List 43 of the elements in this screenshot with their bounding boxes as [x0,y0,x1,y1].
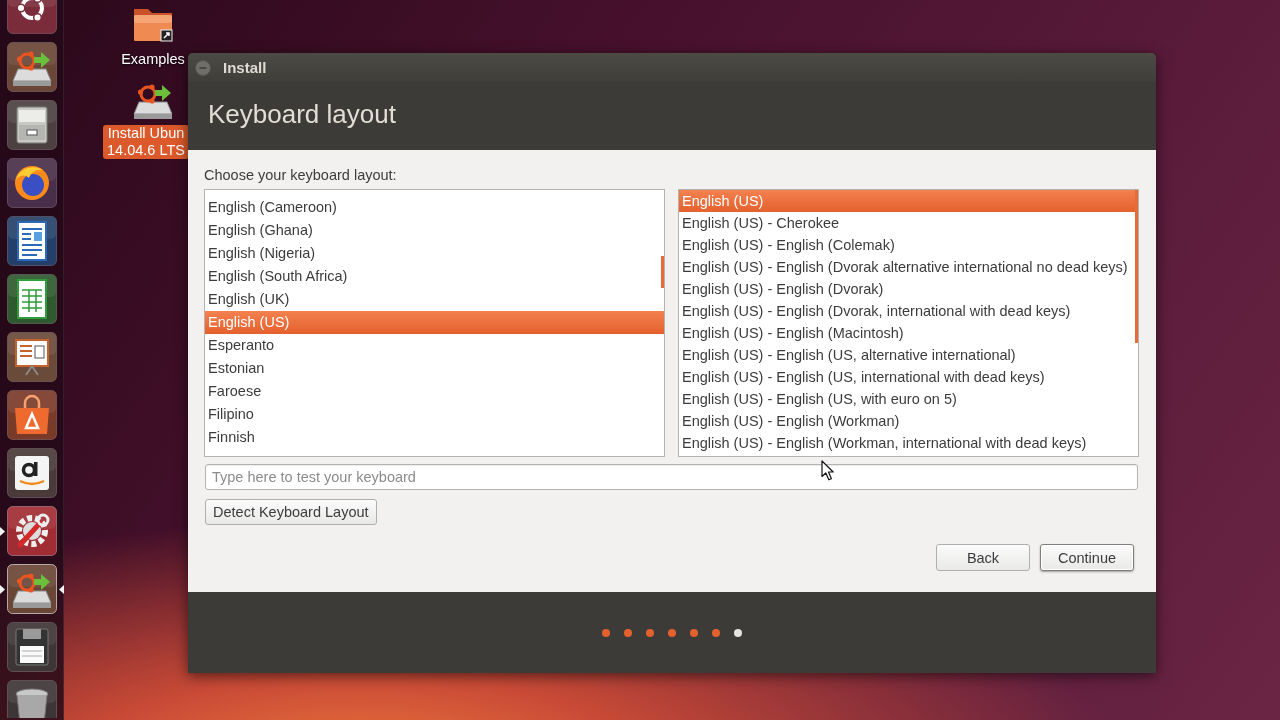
mouse-pointer-icon [821,460,834,481]
list-item[interactable]: Finnish [205,426,664,449]
list-item[interactable]: Esperanto [205,334,664,357]
presentation-icon[interactable] [7,332,57,382]
list-item[interactable]: Filipino [205,403,664,426]
list-item[interactable]: Estonian [205,357,664,380]
globe-icon[interactable] [7,158,57,208]
keyboard-test-field[interactable]: Type here to test your keyboard [205,464,1138,490]
list-item[interactable]: English (US) - English (Workman) [679,410,1138,432]
page-heading: Keyboard layout [208,99,396,129]
scrollbar-thumb[interactable] [1135,190,1138,343]
list-item[interactable]: English (US) - English (Dvorak, international with dead keys) [679,300,1138,322]
list-item[interactable]: Faroese [205,380,664,403]
wrench-gear-icon[interactable] [7,506,57,556]
list-item[interactable]: English (Cameroon) [205,196,664,219]
letter-a-icon[interactable] [7,448,57,498]
list-item[interactable]: English (US) - English (Dvorak alternative international no dead keys) [679,256,1138,278]
scrollbar-thumb[interactable] [661,256,664,288]
continue-button[interactable]: Continue [1040,544,1134,571]
list-item[interactable]: English (US) - English (Workman, international with dead keys) [679,432,1138,454]
list-item[interactable]: English (Nigeria) [205,242,664,265]
list-item[interactable]: English (US) - English (Macintosh) [679,322,1138,344]
list-item[interactable]: English (US) - English (US, with euro on 5) [679,388,1138,410]
desktop-icon-label[interactable]: Examples [121,51,185,68]
file-cabinet-icon[interactable] [7,100,57,150]
list-item[interactable]: English (US) - Cherokee [679,212,1138,234]
detect-layout-button[interactable]: Detect Keyboard Layout [205,499,377,525]
document-icon[interactable] [7,216,57,266]
dash-logo-icon[interactable] [7,0,57,34]
prompt-label: Choose your keyboard layout: [204,166,397,184]
window-title: Install [223,59,267,76]
trash-icon[interactable] [7,680,57,718]
list-item[interactable]: English (US) - English (US, international with dead keys) [679,366,1138,388]
list-item[interactable]: English (US) - English (Colemak) [679,234,1138,256]
list-item[interactable]: English (Ghana) [205,219,664,242]
list-item[interactable]: English (South Africa) [205,265,664,288]
list-item[interactable]: English (US) - English (Dvorak) [679,278,1138,300]
desktop-icon-label[interactable]: Install Ubun 14.04.6 LTS [103,125,189,159]
list-item[interactable]: English (US) - English (US, alternative international) [679,344,1138,366]
spreadsheet-icon[interactable] [7,274,57,324]
list-item[interactable]: English (UK) [205,288,664,311]
shopping-bag-icon[interactable] [7,390,57,440]
back-button[interactable]: Back [936,544,1030,571]
